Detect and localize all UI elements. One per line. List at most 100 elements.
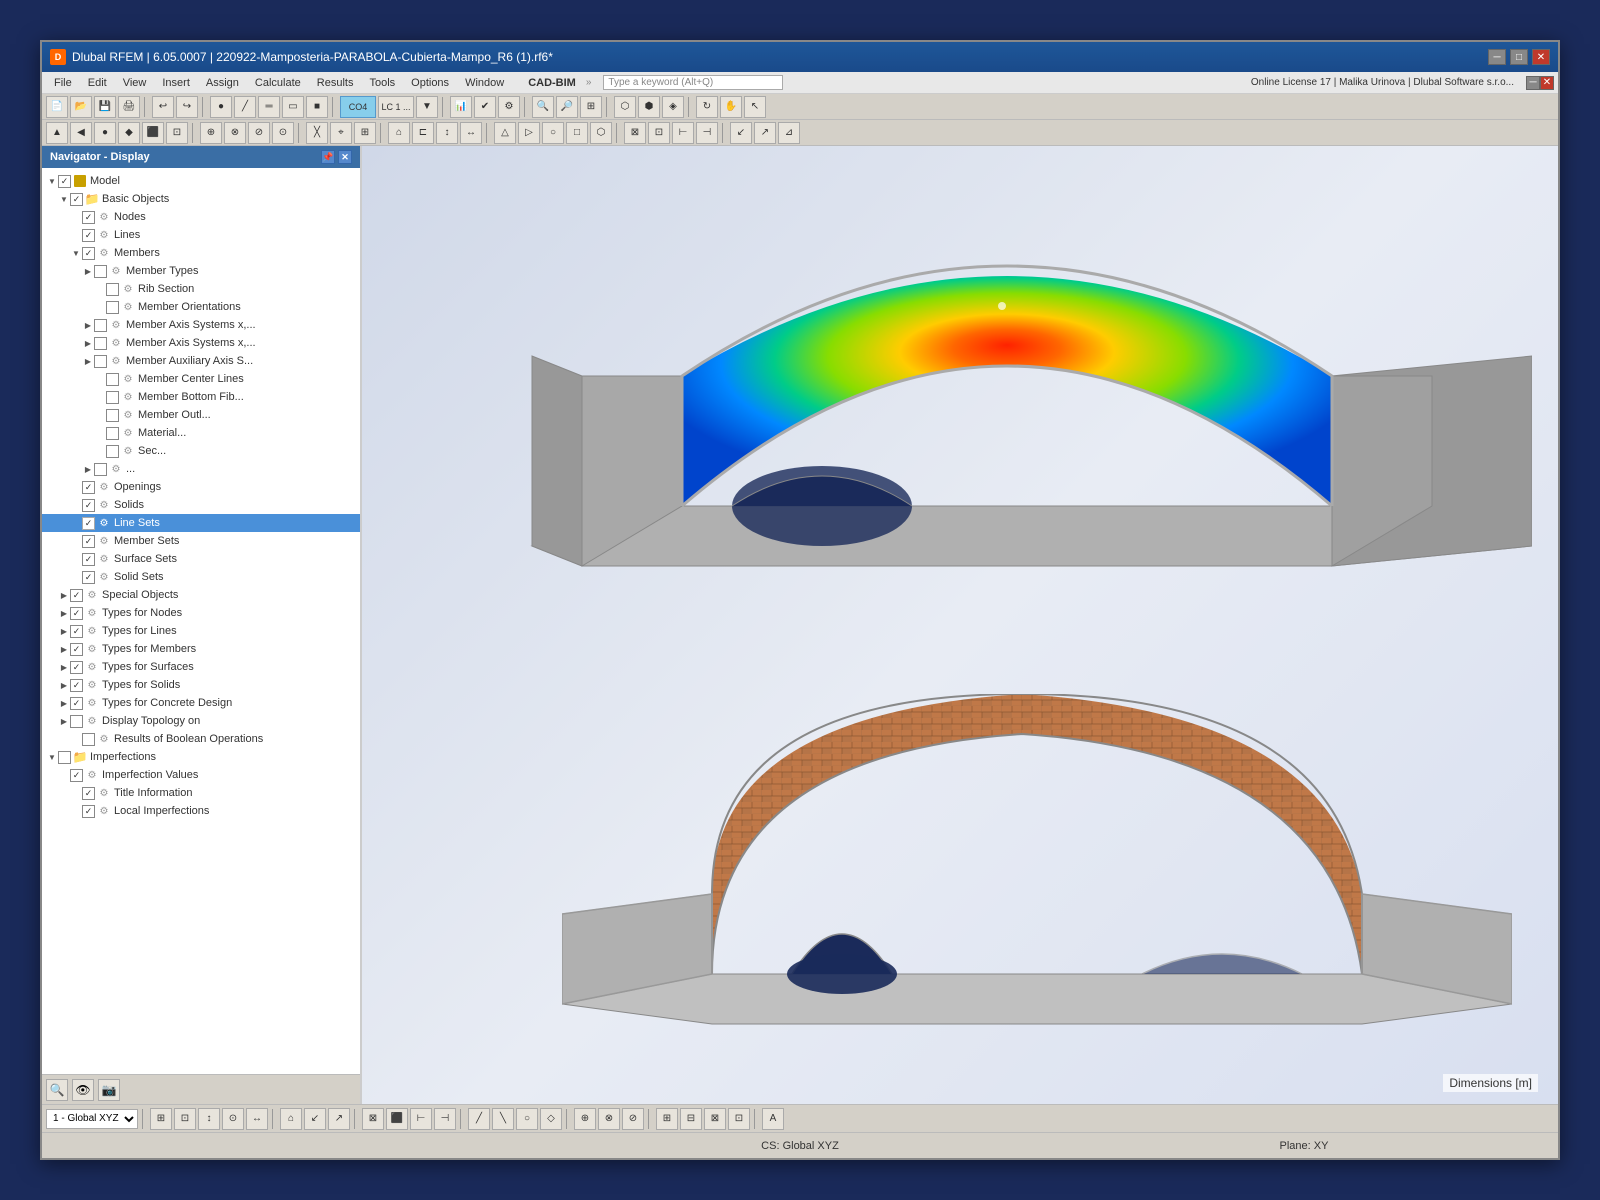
tree-item-imperfection-values[interactable]: ⚙ Imperfection Values	[42, 766, 360, 784]
tree-arrow-member-axis-x1[interactable]	[82, 319, 94, 331]
tb-shade[interactable]: ◈	[662, 96, 684, 118]
tree-cb-nodes[interactable]	[82, 211, 95, 224]
tb-member[interactable]: ═	[258, 96, 280, 118]
tree-arrow-types-surfaces[interactable]	[58, 661, 70, 673]
tb-wireframe[interactable]: ⬢	[638, 96, 660, 118]
tree-item-model[interactable]: Model	[42, 172, 360, 190]
menu-cadbim[interactable]: CAD-BIM	[520, 75, 584, 91]
btb-8[interactable]: ↗	[328, 1108, 350, 1130]
tree-item-solid-sets[interactable]: ⚙ Solid Sets	[42, 568, 360, 586]
tb2-26[interactable]: ⊣	[696, 122, 718, 144]
tree-cb-member-bottom[interactable]	[106, 391, 119, 404]
tree-item-openings[interactable]: ⚙ Openings	[42, 478, 360, 496]
btb-22[interactable]: ⊠	[704, 1108, 726, 1130]
tree-cb-types-members[interactable]	[70, 643, 83, 656]
btb-21[interactable]: ⊟	[680, 1108, 702, 1130]
tb2-20[interactable]: ○	[542, 122, 564, 144]
navigator-close-button[interactable]: ✕	[338, 150, 352, 164]
tree-item-member-bottom[interactable]: ⚙ Member Bottom Fib...	[42, 388, 360, 406]
btb-10[interactable]: ⬛	[386, 1108, 408, 1130]
tb-surface[interactable]: ▭	[282, 96, 304, 118]
tree-item-local-imperfections[interactable]: ⚙ Local Imperfections	[42, 802, 360, 820]
tree-arrow-member-aux[interactable]	[82, 355, 94, 367]
tree-cb-imperfections[interactable]	[58, 751, 71, 764]
menu-close[interactable]: ✕	[1540, 76, 1554, 90]
tb2-2[interactable]: ◀	[70, 122, 92, 144]
tb-print[interactable]: 🖨	[118, 96, 140, 118]
tree-cb-member-orientations[interactable]	[106, 301, 119, 314]
tb2-1[interactable]: ▲	[46, 122, 68, 144]
tree-item-types-members[interactable]: ⚙ Types for Members	[42, 640, 360, 658]
tree-cb-surface-sets[interactable]	[82, 553, 95, 566]
tb2-16[interactable]: ↕	[436, 122, 458, 144]
tree-cb-imperfection-values[interactable]	[70, 769, 83, 782]
btb-1[interactable]: ⊞	[150, 1108, 172, 1130]
tree-arrow-basic-objects[interactable]	[58, 193, 70, 205]
btb-13[interactable]: ╱	[468, 1108, 490, 1130]
tree-arrow-types-solids[interactable]	[58, 679, 70, 691]
tb2-27[interactable]: ↙	[730, 122, 752, 144]
tb-zoom-out[interactable]: 🔎	[556, 96, 578, 118]
tb2-6[interactable]: ⊡	[166, 122, 188, 144]
tree-arrow-member-types[interactable]	[82, 265, 94, 277]
tree-arrow-special-objects[interactable]	[58, 589, 70, 601]
tb-3d[interactable]: ⬡	[614, 96, 636, 118]
tree-item-member-aux[interactable]: ⚙ Member Auxiliary Axis S...	[42, 352, 360, 370]
tb2-29[interactable]: ⊿	[778, 122, 800, 144]
menu-view[interactable]: View	[115, 75, 155, 91]
menu-options[interactable]: Options	[403, 75, 457, 91]
tree-item-lines[interactable]: ⚙ Lines	[42, 226, 360, 244]
tree-item-display-topology[interactable]: ⚙ Display Topology on	[42, 712, 360, 730]
tb-filter[interactable]: ⚙	[498, 96, 520, 118]
tree-cb-solids[interactable]	[82, 499, 95, 512]
viewport[interactable]: Dimensions [m]	[362, 146, 1558, 1104]
close-button[interactable]: ✕	[1532, 49, 1550, 65]
tb2-5[interactable]: ⬛	[142, 122, 164, 144]
tb2-25[interactable]: ⊢	[672, 122, 694, 144]
tree-cb-model[interactable]	[58, 175, 71, 188]
tree-item-member-axis-x1[interactable]: ⚙ Member Axis Systems x,...	[42, 316, 360, 334]
nav-btn-camera[interactable]: 📷	[98, 1079, 120, 1101]
tb2-11[interactable]: ╳	[306, 122, 328, 144]
btb-5[interactable]: ↔	[246, 1108, 268, 1130]
tree-item-rib-section[interactable]: ⚙ Rib Section	[42, 280, 360, 298]
btb-3[interactable]: ↕	[198, 1108, 220, 1130]
tb-fit[interactable]: ⊞	[580, 96, 602, 118]
tb2-21[interactable]: □	[566, 122, 588, 144]
tree-item-member-sets[interactable]: ⚙ Member Sets	[42, 532, 360, 550]
menu-insert[interactable]: Insert	[154, 75, 198, 91]
btb-14[interactable]: ╲	[492, 1108, 514, 1130]
navigator-pin-button[interactable]: 📌	[321, 150, 335, 164]
tb2-12[interactable]: ⌖	[330, 122, 352, 144]
tb-results[interactable]: 📊	[450, 96, 472, 118]
tree-arrow-imperfections[interactable]	[46, 751, 58, 763]
tb-co4[interactable]: CO4	[340, 96, 376, 118]
btb-11[interactable]: ⊢	[410, 1108, 432, 1130]
tree-item-types-nodes[interactable]: ⚙ Types for Nodes	[42, 604, 360, 622]
tb-dropdown[interactable]: ▼	[416, 96, 438, 118]
btb-20[interactable]: ⊞	[656, 1108, 678, 1130]
tb-save[interactable]: 💾	[94, 96, 116, 118]
tree-cb-types-nodes[interactable]	[70, 607, 83, 620]
tree-item-special-objects[interactable]: ⚙ Special Objects	[42, 586, 360, 604]
tb2-17[interactable]: ↔	[460, 122, 482, 144]
menu-window[interactable]: Window	[457, 75, 512, 91]
tree-cb-local-imperfections[interactable]	[82, 805, 95, 818]
tree-arrow-types-lines[interactable]	[58, 625, 70, 637]
btb-9[interactable]: ⊠	[362, 1108, 384, 1130]
tb-lc1[interactable]: LC 1 ...	[378, 96, 414, 118]
tree-item-member-types[interactable]: ⚙ Member Types	[42, 262, 360, 280]
tb-check[interactable]: ✔	[474, 96, 496, 118]
btb-19[interactable]: ⊘	[622, 1108, 644, 1130]
btb-16[interactable]: ◇	[540, 1108, 562, 1130]
tree-arrow-members[interactable]	[70, 247, 82, 259]
tb-undo[interactable]: ↩	[152, 96, 174, 118]
tree-arrow-surfaces-group[interactable]	[82, 463, 94, 475]
tree-cb-member-aux[interactable]	[94, 355, 107, 368]
menu-calculate[interactable]: Calculate	[247, 75, 309, 91]
tree-cb-results-boolean[interactable]	[82, 733, 95, 746]
tree-item-line-sets[interactable]: ⚙ Line Sets	[42, 514, 360, 532]
tree-cb-member-types[interactable]	[94, 265, 107, 278]
tb2-13[interactable]: ⊞	[354, 122, 376, 144]
tree-cb-line-sets[interactable]	[82, 517, 95, 530]
